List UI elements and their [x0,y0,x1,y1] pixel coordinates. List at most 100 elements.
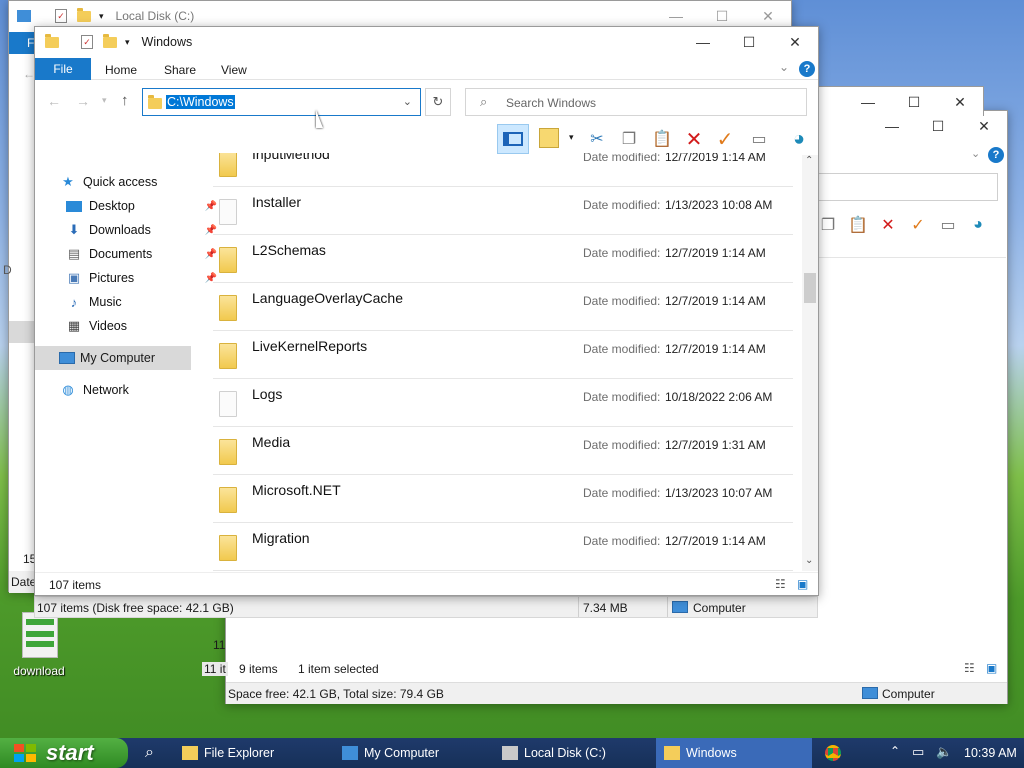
chrome-icon[interactable] [825,745,841,761]
copy-icon[interactable]: ❐ [617,127,641,151]
tab-view[interactable]: View [221,63,247,77]
start-button[interactable]: start [0,738,128,768]
scroll-down-icon[interactable]: ⌄ [805,555,813,566]
maximize-icon[interactable]: ☐ [891,87,937,117]
paste-icon[interactable]: 📋 [846,213,870,237]
vertical-scrollbar[interactable]: ⌃ ⌄ [802,155,818,571]
details-view-icon[interactable]: ☷ [964,661,975,675]
up-arrow-icon[interactable]: ↑ [121,92,129,109]
taskbar-item-label: File Explorer [204,746,275,760]
minimize-icon[interactable]: — [845,87,891,117]
globe-icon[interactable]: ◕ [966,213,990,237]
file-name: LanguageOverlayCache [252,290,403,306]
date-modified-label: Date modified: [583,534,661,548]
date-modified-value: 12/7/2019 1:14 AM [665,153,766,164]
windows-logo-icon [14,744,36,762]
main-window-windows[interactable]: ✓ ▾ Windows — ☐ ✕ File Home Share View ⌄… [34,26,819,596]
tiles-view-icon[interactable]: ▣ [797,577,808,591]
chevron-down-icon[interactable]: ⌄ [403,95,412,108]
taskbar-item-file-explorer[interactable]: File Explorer [176,738,326,768]
tray-chevron-icon[interactable]: ⌃ [890,744,900,758]
date-modified-value: 12/7/2019 1:31 AM [665,438,766,452]
copy-icon[interactable]: ❐ [816,213,840,237]
back-arrow-icon[interactable]: ← [47,93,61,109]
drive-icon [502,746,518,760]
search-box[interactable] [818,173,998,201]
file-row[interactable]: Microsoft.NET Date modified: 1/13/2023 10:… [213,475,793,523]
details-view-icon[interactable]: ☷ [775,577,786,591]
search-icon: ⌕ [480,94,488,109]
explorer-icon [17,10,31,22]
speaker-icon[interactable]: 🔈 [936,744,952,760]
search-box[interactable]: ⌕ Search Windows [465,88,807,116]
help-icon[interactable]: ? [988,147,1004,163]
status-size: 7.34 MB [583,601,628,615]
check-doc-icon[interactable]: ✓ [81,35,93,49]
file-row[interactable]: Logs Date modified: 10/18/2022 2:06 AM [213,379,793,427]
chevron-down-icon[interactable]: ▾ [99,11,104,22]
recent-chevron-icon[interactable]: ▾ [102,95,107,106]
search-icon[interactable]: ⌕ [145,744,154,762]
status-divider [578,597,579,617]
back-window-local-disk-statusbar: 107 items (Disk free space: 42.1 GB) 7.3… [34,596,818,618]
taskbar-item-label: Local Disk (C:) [524,746,606,760]
rename-icon[interactable]: ▭ [936,213,960,237]
tab-share[interactable]: Share [164,63,196,77]
refresh-icon: ↻ [432,94,444,109]
desktop-icon-label: download [13,664,65,678]
globe-icon[interactable]: ◕ [787,127,811,151]
folder-icon[interactable] [77,7,91,22]
close-icon[interactable]: ✕ [937,87,983,117]
forward-arrow-icon[interactable]: → [76,93,90,109]
folder-icon[interactable] [103,33,117,48]
chevron-down-icon[interactable]: ⌄ [779,60,789,74]
scroll-up-icon[interactable]: ⌃ [805,155,813,166]
delete-icon[interactable]: ✕ [876,213,900,237]
taskbar-item-windows[interactable]: Windows [656,738,812,768]
scroll-thumb[interactable] [804,273,816,303]
taskbar-item-my-computer[interactable]: My Computer [336,738,486,768]
check-icon[interactable]: ✓ [713,127,737,151]
chevron-down-icon[interactable]: ▾ [125,37,130,48]
cut-icon[interactable]: ✂ [585,127,609,151]
help-icon[interactable]: ? [799,61,815,77]
file-row[interactable]: LiveKernelReports Date modified: 12/7/2019… [213,331,793,379]
tab-file[interactable]: File [35,58,91,80]
preview-pane-icon[interactable] [497,124,529,154]
refresh-button[interactable]: ↻ [425,88,451,116]
mouse-cursor-icon [316,110,323,128]
file-name: Installer [252,194,302,210]
clock[interactable]: 10:39 AM [964,746,1017,760]
delete-icon[interactable]: ✕ [682,127,706,151]
network-tray-icon[interactable]: ▭ [912,744,924,760]
row-fragment: 11 [213,638,226,652]
file-row[interactable]: LanguageOverlayCache Date modified: 12/7/2… [213,283,793,331]
check-icon[interactable]: ✓ [906,213,930,237]
back-window-middle[interactable]: — ☐ ✕ [818,86,984,116]
maximize-icon[interactable]: ☐ [726,27,772,57]
address-text[interactable]: C:\Windows [166,95,235,109]
chevron-down-icon[interactable]: ⌄ [971,147,980,160]
search-input[interactable]: Search Windows [506,96,596,110]
layout-icon[interactable] [539,128,559,148]
close-icon[interactable]: ✕ [772,27,818,57]
file-row[interactable]: Migration Date modified: 12/7/2019 1:14 AM [213,523,793,571]
tab-home[interactable]: Home [105,63,137,77]
rename-icon[interactable]: ▭ [747,127,771,151]
file-row[interactable]: L2Schemas Date modified: 12/7/2019 1:14 AM [213,235,793,283]
date-modified-value: 12/7/2019 1:14 AM [665,294,766,308]
minimize-icon[interactable]: — [680,27,726,57]
taskbar-item-local-disk[interactable]: Local Disk (C:) [496,738,646,768]
desktop-icon-download[interactable]: download [8,612,70,682]
file-row[interactable]: Installer Date modified: 1/13/2023 10:08 A… [213,187,793,235]
check-doc-icon[interactable]: ✓ [55,9,67,23]
tiles-view-icon[interactable]: ▣ [986,661,997,675]
file-row[interactable]: Media Date modified: 12/7/2019 1:31 AM [213,427,793,475]
address-bar[interactable]: C:\Windows ⌄ [142,88,421,116]
folder-icon [219,199,237,225]
ribbon-file-tab[interactable]: F [9,32,37,54]
chevron-down-icon[interactable]: ▾ [569,132,574,143]
file-row[interactable]: InputMethod Date modified: 12/7/2019 1:1… [213,153,793,187]
paste-icon[interactable]: 📋 [650,127,674,151]
status-space: Space free: 42.1 GB, Total size: 79.4 GB [228,687,444,701]
